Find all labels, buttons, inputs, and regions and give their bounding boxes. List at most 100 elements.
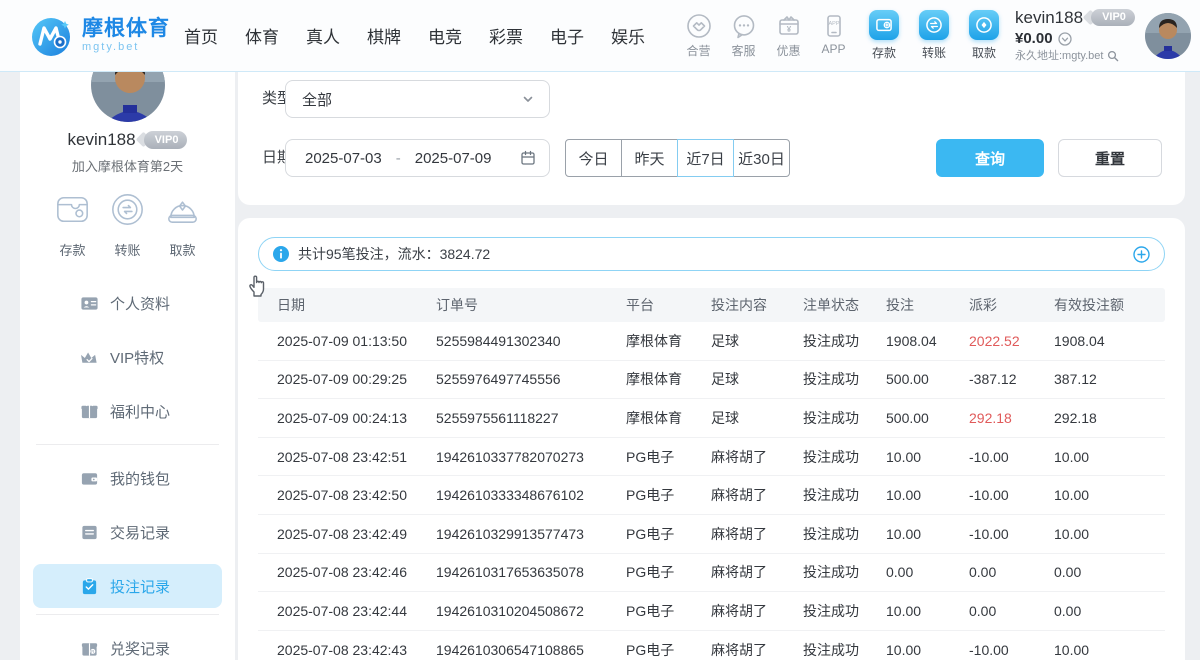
- cell-date: 2025-07-09 01:13:50: [258, 333, 436, 349]
- logo-domain: mgty.bet: [82, 41, 170, 54]
- cell-date: 2025-07-08 23:42:44: [258, 603, 436, 619]
- nav-item-5[interactable]: 电竞: [428, 23, 462, 48]
- nav-item-1[interactable]: 首页: [184, 23, 218, 48]
- wallet-actions: 存款转账取款: [867, 10, 1001, 61]
- user-avatar[interactable]: [1145, 13, 1191, 59]
- table-row[interactable]: 2025-07-08 23:42:431942610306547108865PG…: [258, 631, 1165, 660]
- column-header: 日期: [258, 295, 436, 315]
- table-row[interactable]: 2025-07-09 00:24:135255975561118227摩根体育足…: [258, 399, 1165, 438]
- utility-label: 优惠: [776, 42, 800, 59]
- cell-platform: PG电子: [626, 601, 711, 621]
- sidebar-item-profile[interactable]: 个人资料: [20, 276, 235, 330]
- svg-text:¥: ¥: [786, 25, 791, 34]
- cell-valid: 10.00: [1054, 642, 1165, 658]
- sidebar-item-bets[interactable]: 投注记录: [33, 564, 222, 608]
- quick-action-transfer-outline-icon[interactable]: 转账: [105, 188, 151, 259]
- range-button-昨天[interactable]: 昨天: [621, 139, 678, 177]
- quick-action-deposit-outline-icon[interactable]: 存款: [50, 188, 96, 259]
- transfer-icon: [924, 15, 944, 35]
- table-row[interactable]: 2025-07-09 00:29:255255976497745556摩根体育足…: [258, 361, 1165, 400]
- range-button-今日[interactable]: 今日: [565, 139, 622, 177]
- table-row[interactable]: 2025-07-08 23:42:501942610333348676102PG…: [258, 476, 1165, 515]
- wallet-icon: [80, 469, 99, 488]
- nav-item-3[interactable]: 真人: [306, 23, 340, 48]
- joined-days-text: 加入摩根体育第2天: [20, 156, 235, 175]
- cell-bet: 0.00: [886, 564, 969, 580]
- table-row[interactable]: 2025-07-08 23:42:511942610337782070273PG…: [258, 438, 1165, 477]
- summary-bar: 共计95笔投注，流水：3824.72: [258, 237, 1165, 271]
- cell-order: 1942610310204508672: [436, 603, 626, 619]
- cell-payout: -10.00: [969, 449, 1054, 465]
- cell-valid: 292.18: [1054, 410, 1165, 426]
- nav-item-6[interactable]: 彩票: [489, 23, 523, 48]
- cell-status: 投注成功: [803, 485, 886, 505]
- site-logo[interactable]: 摩根体育 mgty.bet: [28, 13, 170, 59]
- calendar-icon: [520, 150, 536, 166]
- date-separator: -: [396, 150, 401, 167]
- cell-content: 足球: [711, 331, 803, 351]
- cell-status: 投注成功: [803, 601, 886, 621]
- utility-promo-icon[interactable]: ¥ 优惠: [769, 13, 808, 59]
- cell-order: 1942610329913577473: [436, 526, 626, 542]
- menu-item-label: 福利中心: [110, 401, 170, 422]
- cell-order: 5255984491302340: [436, 333, 626, 349]
- username: kevin188: [1015, 9, 1083, 26]
- cell-bet: 500.00: [886, 410, 969, 426]
- sidebar-avatar[interactable]: [89, 72, 167, 124]
- expand-circle-icon[interactable]: [1133, 246, 1150, 263]
- logo-title: 摩根体育: [82, 17, 170, 41]
- menu-divider: [36, 444, 219, 445]
- cell-payout: 292.18: [969, 410, 1054, 426]
- sidebar-quick-actions: 存款转账取款: [20, 188, 235, 259]
- table-row[interactable]: 2025-07-08 23:42:461942610317653635078PG…: [258, 554, 1165, 593]
- cell-status: 投注成功: [803, 369, 886, 389]
- cell-content: 麻将胡了: [711, 524, 803, 544]
- type-select[interactable]: 全部: [285, 80, 550, 118]
- vip-icon: [80, 348, 99, 367]
- range-button-近30日[interactable]: 近30日: [733, 139, 790, 177]
- sidebar-item-vip[interactable]: VIP特权: [20, 330, 235, 384]
- reset-button[interactable]: 重置: [1058, 139, 1162, 177]
- date-range-input[interactable]: 2025-07-03 - 2025-07-09: [285, 139, 550, 177]
- sidebar-item-welfare[interactable]: 福利中心: [20, 384, 235, 438]
- nav-item-8[interactable]: 娱乐: [611, 23, 645, 48]
- summary-text: 共计95笔投注，流水：3824.72: [298, 244, 490, 264]
- cell-platform: 摩根体育: [626, 408, 711, 428]
- range-button-近7日[interactable]: 近7日: [677, 139, 734, 177]
- sidebar-item-transactions[interactable]: 交易记录: [20, 505, 235, 559]
- utility-label: 合营: [686, 42, 710, 59]
- sidebar-item-redeem[interactable]: R兑奖记录: [20, 621, 235, 660]
- nav-item-2[interactable]: 体育: [245, 23, 279, 48]
- cell-order: 5255975561118227: [436, 410, 626, 426]
- type-select-value: 全部: [302, 89, 332, 110]
- table-row[interactable]: 2025-07-08 23:42:491942610329913577473PG…: [258, 515, 1165, 554]
- menu-divider: [36, 614, 219, 615]
- cell-valid: 10.00: [1054, 526, 1165, 542]
- nav-item-7[interactable]: 电子: [550, 23, 584, 48]
- nav-item-4[interactable]: 棋牌: [367, 23, 401, 48]
- svg-text:R: R: [91, 649, 94, 654]
- cell-payout: 0.00: [969, 603, 1054, 619]
- cell-platform: PG电子: [626, 524, 711, 544]
- sidebar-item-wallet[interactable]: 我的钱包: [20, 451, 235, 505]
- cell-valid: 0.00: [1054, 603, 1165, 619]
- quick-action-withdraw-outline-icon[interactable]: 取款: [160, 188, 206, 259]
- table-row[interactable]: 2025-07-08 23:42:441942610310204508672PG…: [258, 592, 1165, 631]
- table-row[interactable]: 2025-07-09 01:13:505255984491302340摩根体育足…: [258, 322, 1165, 361]
- cell-order: 1942610306547108865: [436, 642, 626, 658]
- cell-bet: 10.00: [886, 642, 969, 658]
- cell-valid: 0.00: [1054, 564, 1165, 580]
- utility-partner-icon[interactable]: 合营: [679, 13, 718, 59]
- refresh-balance-icon[interactable]: [1058, 32, 1072, 46]
- wallet-action-withdraw-icon[interactable]: 取款: [967, 10, 1001, 61]
- utility-support-icon[interactable]: 客服: [724, 13, 763, 59]
- utility-app-icon[interactable]: APPAPP: [814, 13, 853, 59]
- search-button[interactable]: 查询: [936, 139, 1044, 177]
- redeem-icon: R: [80, 639, 99, 658]
- magnifier-icon[interactable]: [1107, 50, 1119, 62]
- vip-badge: VIP0: [1091, 9, 1135, 26]
- date-to-value: 2025-07-09: [415, 150, 492, 167]
- wallet-action-deposit-icon[interactable]: 存款: [867, 10, 901, 61]
- wallet-action-transfer-icon[interactable]: 转账: [917, 10, 951, 61]
- cell-payout: -10.00: [969, 487, 1054, 503]
